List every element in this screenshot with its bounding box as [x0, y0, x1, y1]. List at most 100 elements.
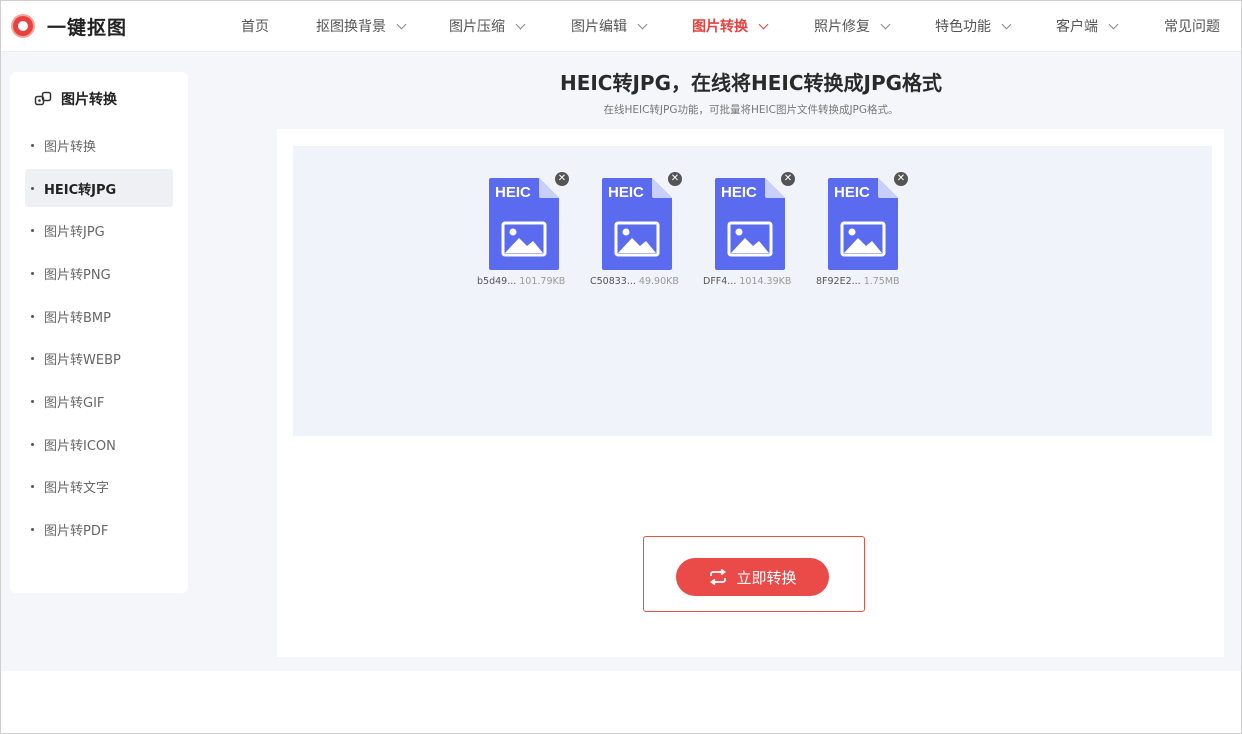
file-card[interactable]: HEIC ✕ C50833... 49.90KB [590, 172, 682, 288]
chevron-down-icon [515, 19, 526, 29]
bullet [31, 442, 34, 446]
nav-label: 图片转换 [692, 19, 748, 35]
sidebar-item-to-webp[interactable]: 图片转WEBP [25, 339, 173, 377]
file-badge: HEIC [495, 184, 531, 201]
convert-button-highlight: 立即转换 [643, 536, 865, 612]
remove-file-close-icon[interactable]: ✕ [668, 172, 682, 186]
chevron-down-icon [758, 19, 769, 29]
file-label: DFF4... 1014.39KB [703, 276, 803, 287]
bullet [31, 399, 34, 403]
nav-label: 照片修复 [814, 19, 870, 35]
image-convert-icon [34, 91, 52, 106]
sidebar-heading: 图片转换 [34, 89, 117, 109]
sidebar: 图片转换 图片转换 HEIC转JPG 图片转JPG 图片转PNG 图片转BMP … [10, 72, 188, 593]
file-size: 1014.39KB [739, 276, 792, 287]
sidebar-item-label: HEIC转JPG [44, 182, 117, 198]
app-name: 一键抠图 [47, 16, 128, 39]
logo[interactable]: 一键抠图 [9, 11, 127, 41]
chevron-down-icon [880, 19, 891, 29]
sidebar-item-to-text[interactable]: 图片转文字 [25, 467, 173, 505]
sidebar-item-to-jpg[interactable]: 图片转JPG [25, 211, 173, 249]
sidebar-item-label: 图片转文字 [44, 480, 110, 496]
file-card[interactable]: HEIC ✕ b5d49... 101.79KB [477, 172, 569, 288]
sidebar-item-to-gif[interactable]: 图片转GIF [25, 382, 173, 420]
sidebar-item-label: 图片转JPG [44, 224, 105, 240]
nav-item-cutout[interactable]: 抠图换背景 [316, 16, 407, 36]
chevron-down-icon [1108, 19, 1119, 29]
file-label: b5d49... 101.79KB [477, 276, 577, 287]
bullet [31, 228, 34, 232]
heic-file-icon: HEIC [828, 178, 898, 270]
file-name: DFF4... [703, 276, 737, 287]
footer-area [1, 671, 1241, 733]
chevron-down-icon [396, 19, 407, 29]
top-navbar: 一键抠图 首页 抠图换背景 图片压缩 图片编辑 图片转换 照片修复 特色功能 客… [1, 1, 1241, 52]
file-label: C50833... 49.90KB [590, 276, 690, 287]
convert-now-button[interactable]: 立即转换 [676, 558, 829, 596]
bullet [31, 186, 34, 190]
file-name: 8F92E2... [816, 276, 861, 287]
chevron-down-icon [637, 19, 648, 29]
logo-ring-icon [9, 12, 37, 40]
file-card[interactable]: HEIC ✕ DFF4... 1014.39KB [703, 172, 795, 288]
file-size: 1.75MB [863, 276, 900, 287]
remove-file-close-icon[interactable]: ✕ [555, 172, 569, 186]
convert-button-label: 立即转换 [736, 568, 797, 587]
file-name: C50833... [590, 276, 636, 287]
file-size: 49.90KB [638, 276, 679, 287]
sidebar-item-label: 图片转GIF [44, 395, 105, 411]
file-size: 101.79KB [519, 276, 566, 287]
upload-dropzone[interactable]: HEIC ✕ b5d49...101.79KB HEIC ✕ C50833.. [293, 146, 1212, 436]
bullet [31, 314, 34, 318]
nav-item-compress[interactable]: 图片压缩 [449, 16, 526, 36]
sidebar-item-label: 图片转PDF [44, 523, 109, 539]
heic-file-icon: HEIC [602, 178, 672, 270]
bullet [31, 271, 34, 275]
nav-item-home[interactable]: 首页 [241, 16, 269, 36]
nav-label: 客户端 [1056, 19, 1098, 35]
converter-panel: HEIC ✕ b5d49...101.79KB HEIC ✕ C50833.. [277, 129, 1224, 657]
sidebar-item-to-png[interactable]: 图片转PNG [25, 254, 173, 292]
nav-label: 特色功能 [935, 19, 991, 35]
file-name: b5d49... [477, 276, 517, 287]
nav-item-convert[interactable]: 图片转换 [692, 16, 769, 36]
file-badge: HEIC [721, 184, 757, 201]
file-badge: HEIC [834, 184, 870, 201]
file-badge: HEIC [608, 184, 644, 201]
convert-arrows-icon [710, 569, 727, 585]
nav-label: 常见问题 [1164, 19, 1220, 35]
file-label: 8F92E2... 1.75MB [816, 276, 916, 287]
sidebar-item-label: 图片转BMP [44, 310, 111, 326]
remove-file-close-icon[interactable]: ✕ [894, 172, 908, 186]
bullet [31, 527, 34, 531]
nav-item-client[interactable]: 客户端 [1056, 16, 1119, 36]
nav-item-edit[interactable]: 图片编辑 [571, 16, 648, 36]
nav-label: 图片编辑 [571, 19, 627, 35]
heic-file-icon: HEIC [715, 178, 785, 270]
page-title: HEIC转JPG，在线将HEIC转换成JPG格式 [559, 71, 943, 95]
bullet [31, 143, 34, 147]
remove-file-close-icon[interactable]: ✕ [781, 172, 795, 186]
sidebar-item-image-convert[interactable]: 图片转换 [25, 126, 173, 164]
nav-item-features[interactable]: 特色功能 [935, 16, 1012, 36]
nav-label: 抠图换背景 [316, 19, 386, 35]
nav-item-repair[interactable]: 照片修复 [814, 16, 891, 36]
file-card[interactable]: HEIC ✕ 8F92E2... 1.75MB [816, 172, 908, 288]
sidebar-item-heic-to-jpg[interactable]: HEIC转JPG [25, 169, 173, 207]
sidebar-heading-label: 图片转换 [61, 92, 117, 108]
nav-label: 首页 [241, 19, 269, 35]
sidebar-item-label: 图片转PNG [44, 267, 111, 283]
sidebar-item-to-bmp[interactable]: 图片转BMP [25, 297, 173, 335]
bullet [31, 356, 34, 360]
nav-label: 图片压缩 [449, 19, 505, 35]
page-subtitle: 在线HEIC转JPG功能，可批量将HEIC图片文件转换成JPG格式。 [603, 104, 899, 116]
sidebar-item-to-pdf[interactable]: 图片转PDF [25, 510, 173, 548]
heic-file-icon: HEIC [489, 178, 559, 270]
chevron-down-icon [1001, 19, 1012, 29]
nav-item-faq[interactable]: 常见问题 [1164, 16, 1220, 36]
sidebar-item-label: 图片转WEBP [44, 352, 121, 368]
sidebar-item-label: 图片转换 [44, 139, 97, 155]
sidebar-item-to-icon[interactable]: 图片转ICON [25, 425, 173, 463]
sidebar-item-label: 图片转ICON [44, 438, 116, 454]
bullet [31, 484, 34, 488]
